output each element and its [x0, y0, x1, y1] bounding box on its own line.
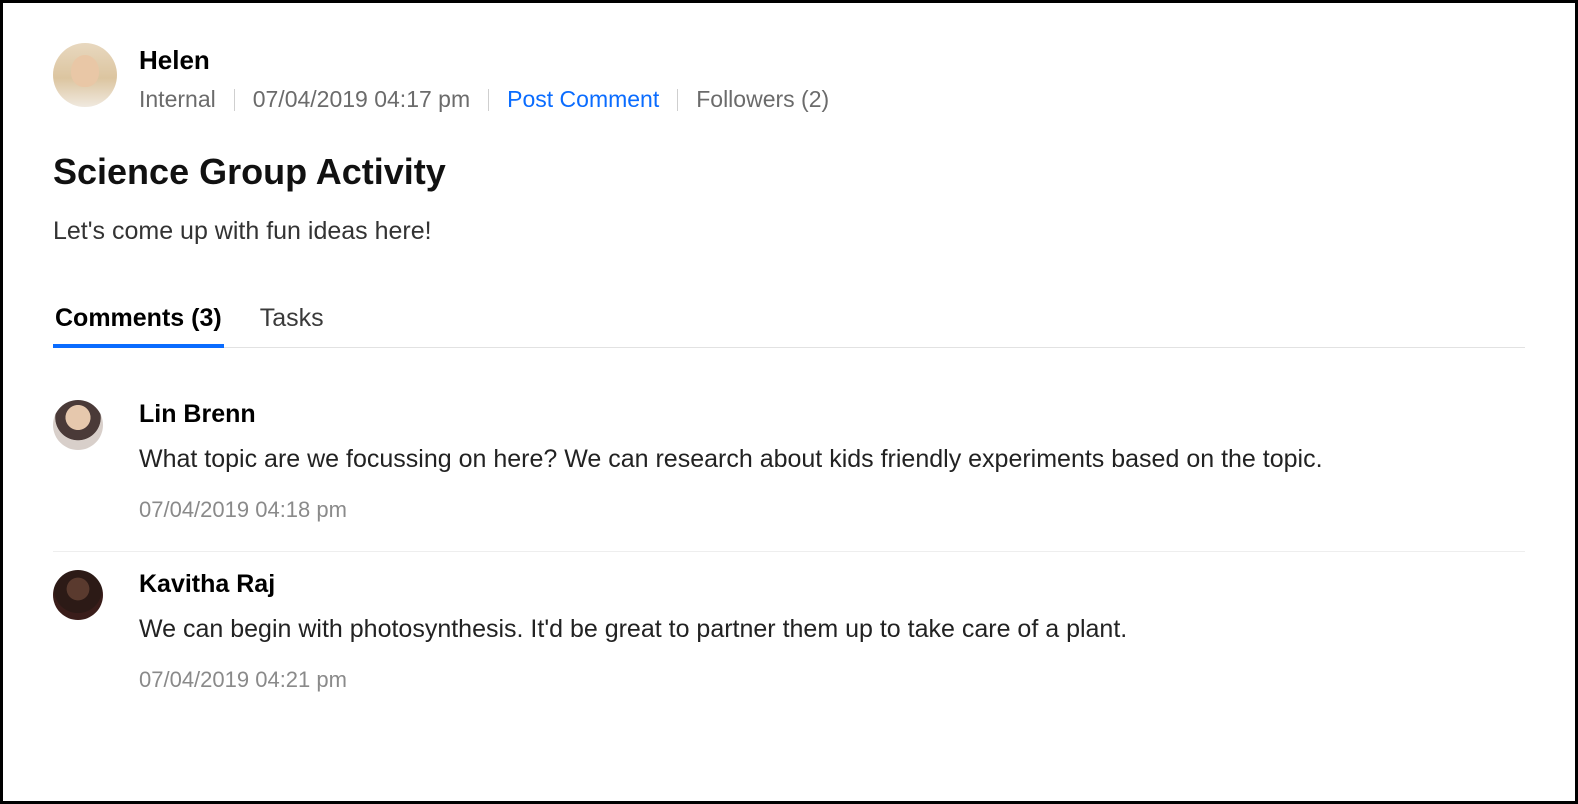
comments-list: Lin Brenn What topic are we focussing on…: [53, 382, 1525, 721]
tab-tasks[interactable]: Tasks: [258, 298, 326, 347]
comment-text: We can begin with photosynthesis. It'd b…: [139, 613, 1525, 647]
post-meta: Helen Internal 07/04/2019 04:17 pm Post …: [139, 43, 829, 113]
author-avatar[interactable]: [53, 43, 117, 107]
comment-content: Kavitha Raj We can begin with photosynth…: [139, 570, 1525, 693]
comment-text: What topic are we focussing on here? We …: [139, 443, 1525, 477]
tab-comments[interactable]: Comments (3): [53, 298, 224, 347]
comment-avatar[interactable]: [53, 570, 103, 620]
meta-row: Internal 07/04/2019 04:17 pm Post Commen…: [139, 86, 829, 113]
post-body: Let's come up with fun ideas here!: [53, 217, 1525, 246]
post-title: Science Group Activity: [53, 151, 1525, 193]
author-name[interactable]: Helen: [139, 45, 829, 76]
post-header: Helen Internal 07/04/2019 04:17 pm Post …: [53, 43, 1525, 113]
meta-divider: [488, 89, 489, 111]
post-timestamp: 07/04/2019 04:17 pm: [253, 86, 470, 113]
post-comment-link[interactable]: Post Comment: [507, 86, 659, 113]
comment-content: Lin Brenn What topic are we focussing on…: [139, 400, 1525, 523]
comment-avatar[interactable]: [53, 400, 103, 450]
tabs: Comments (3) Tasks: [53, 298, 1525, 348]
followers-label[interactable]: Followers (2): [696, 86, 829, 113]
meta-divider: [677, 89, 678, 111]
comment-author[interactable]: Lin Brenn: [139, 400, 1525, 429]
comment-item: Lin Brenn What topic are we focussing on…: [53, 382, 1525, 552]
comment-timestamp: 07/04/2019 04:21 pm: [139, 667, 1525, 693]
comment-item: Kavitha Raj We can begin with photosynth…: [53, 552, 1525, 721]
comment-author[interactable]: Kavitha Raj: [139, 570, 1525, 599]
visibility-label: Internal: [139, 86, 216, 113]
meta-divider: [234, 89, 235, 111]
comment-timestamp: 07/04/2019 04:18 pm: [139, 497, 1525, 523]
